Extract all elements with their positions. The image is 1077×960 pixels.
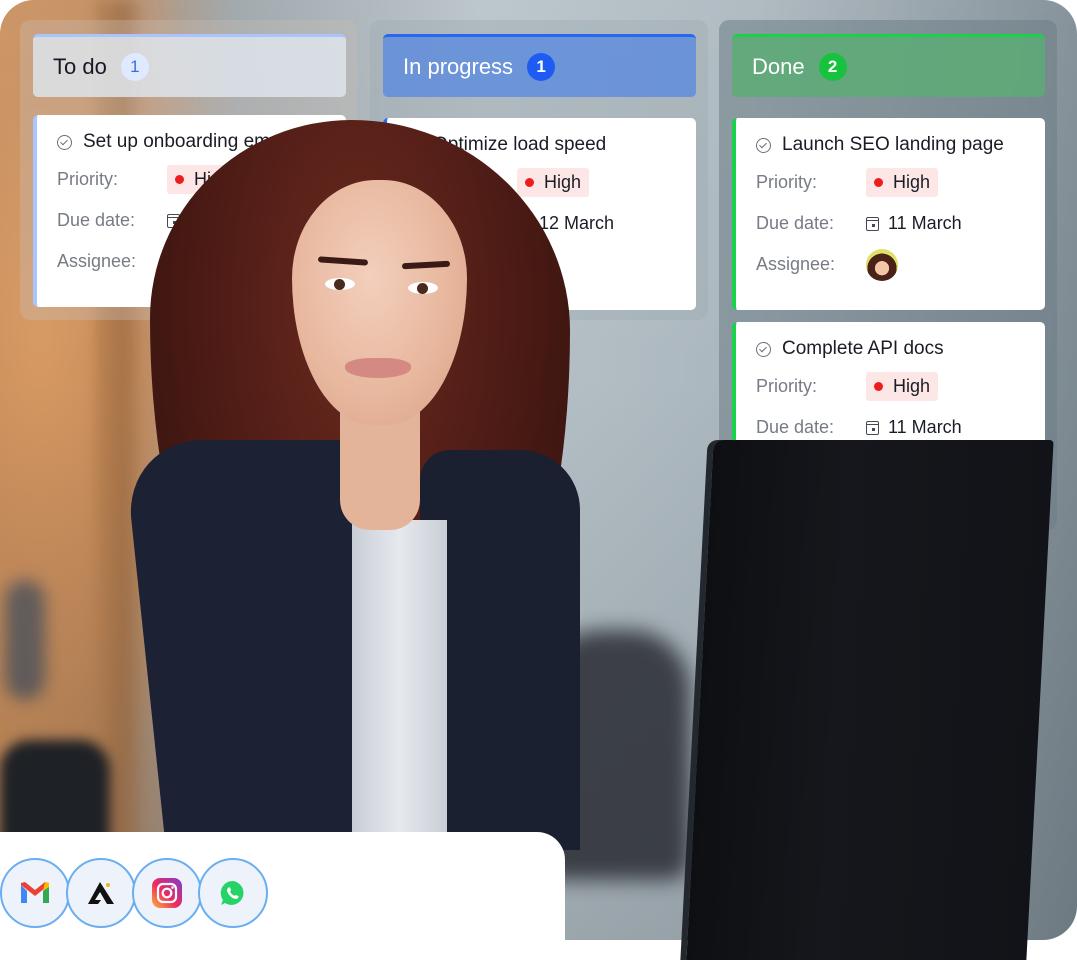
gmail-icon [21,882,49,903]
assignee-label: Assignee: [57,251,137,271]
priority-dot-icon [874,178,883,187]
column-title: Done [752,54,805,79]
integrations-list [0,858,268,928]
column-count-badge: 1 [120,53,149,81]
assignee-avatar[interactable] [866,248,898,281]
column-header-todo[interactable]: To do 1 [33,34,346,97]
due-date-text: 11 March [888,213,962,233]
column-title: To do [53,54,107,79]
priority-value: High [544,172,582,192]
priority-label: Priority: [57,169,119,189]
task-title: Complete API docs [782,338,944,359]
whatsapp-icon [220,880,244,905]
calendar-icon [866,216,879,231]
integration-gmail[interactable] [0,858,70,928]
a-logo-icon [88,882,114,904]
priority-value: High [893,172,931,192]
priority-badge: High [866,168,939,197]
column-title: In progress [403,54,514,79]
shirt [352,520,447,840]
due-date-label: Due date: [756,417,835,437]
priority-label: Priority: [756,172,818,192]
calendar-icon [866,420,879,435]
assignee-label: Assignee: [756,254,836,274]
column-count-badge: 1 [527,53,556,81]
column-count-badge: 2 [818,53,847,81]
instagram-icon [152,878,182,908]
priority-dot-icon [525,178,534,187]
task-card[interactable]: Launch SEO landing page Priority: High D… [732,118,1045,310]
priority-badge: High [517,168,590,197]
due-date-text: 12 March [539,213,615,233]
integration-instagram[interactable] [132,858,202,928]
computer-monitor [686,440,1054,960]
due-date-label: Due date: [756,213,835,233]
integration-whatsapp[interactable] [198,858,268,928]
column-header-done[interactable]: Done 2 [732,34,1045,97]
priority-value: High [893,376,931,396]
integration-arcade[interactable] [66,858,136,928]
check-circle-icon[interactable] [57,134,72,150]
priority-dot-icon [874,382,883,391]
column-header-in-progress[interactable]: In progress 1 [383,34,696,97]
due-date-value: 11 March [866,213,962,234]
due-date-label: Due date: [57,210,136,230]
due-date-text: 11 March [888,417,962,437]
eye [325,278,355,290]
check-circle-icon[interactable] [756,341,771,357]
task-title: Launch SEO landing page [782,134,1004,155]
priority-dot-icon [175,175,184,184]
eye [408,282,438,294]
due-date-value: 11 March [866,417,962,438]
priority-badge: High [866,372,939,401]
check-circle-icon[interactable] [756,137,771,153]
lips [345,358,411,378]
priority-label: Priority: [756,376,818,396]
blurred-object [5,580,45,700]
